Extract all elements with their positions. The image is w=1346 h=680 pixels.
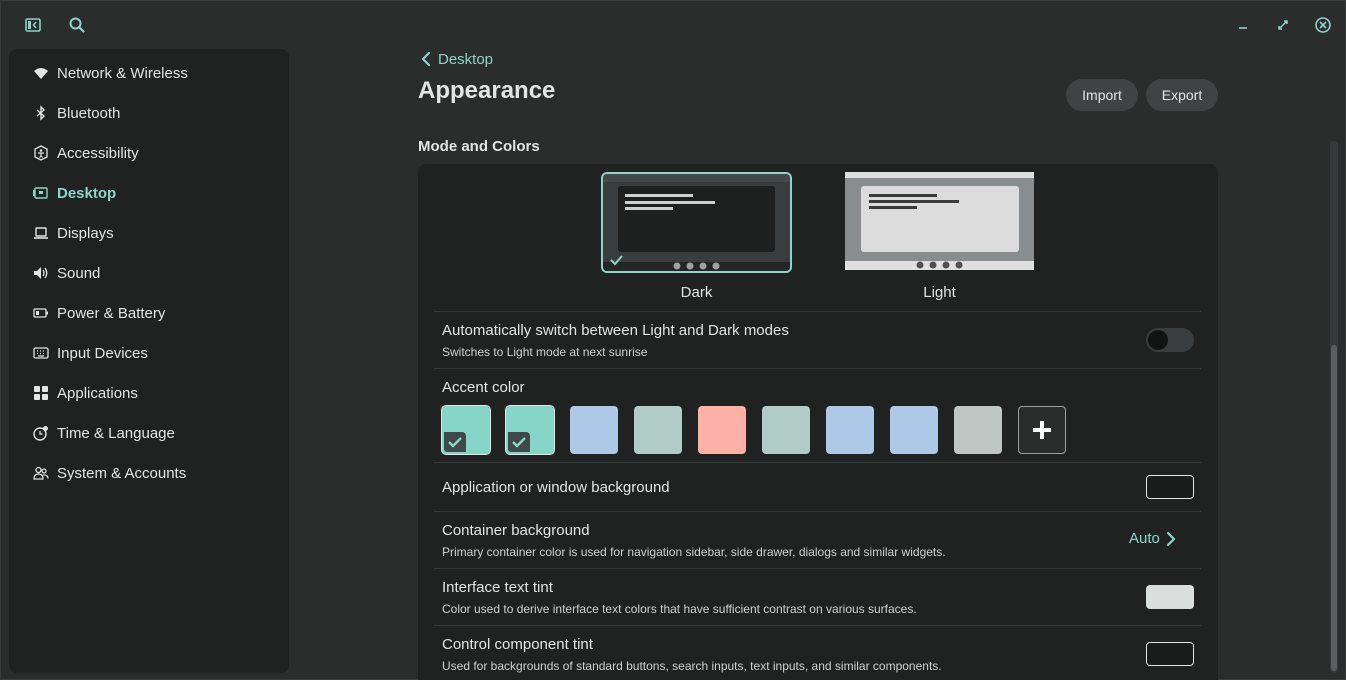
accent-swatch[interactable]	[570, 406, 618, 454]
accent-swatch[interactable]	[505, 405, 555, 455]
sidebar-item-bluetooth[interactable]: Bluetooth	[9, 93, 289, 133]
apps-grid-icon	[33, 385, 49, 401]
close-icon[interactable]	[1313, 15, 1333, 35]
battery-icon	[33, 305, 49, 321]
container-background-auto-link[interactable]: Auto	[1129, 530, 1176, 547]
divider	[434, 568, 1201, 569]
sidebar-item-displays[interactable]: Displays	[9, 213, 289, 253]
sidebar-item-accessibility[interactable]: Accessibility	[9, 133, 289, 173]
settings-window: Network & Wireless Bluetooth Accessibili…	[0, 0, 1346, 680]
desktop-icon	[33, 185, 49, 201]
theme-label-light: Light	[923, 284, 956, 301]
minimize-icon[interactable]	[1233, 15, 1253, 35]
control-tint-title: Control component tint	[442, 636, 593, 653]
search-icon[interactable]	[67, 15, 87, 35]
divider	[434, 311, 1201, 312]
scrollbar-thumb[interactable]	[1331, 345, 1337, 671]
laptop-icon	[33, 225, 49, 241]
text-tint-title: Interface text tint	[442, 579, 553, 596]
sidebar-item-label: Accessibility	[57, 144, 139, 162]
accent-swatch[interactable]	[441, 405, 491, 455]
maximize-icon[interactable]	[1273, 15, 1293, 35]
sidebar-item-power[interactable]: Power & Battery	[9, 293, 289, 333]
container-background-title: Container background	[442, 522, 590, 539]
time-language-icon	[33, 425, 49, 441]
accent-swatch[interactable]	[954, 406, 1002, 454]
section-title: Mode and Colors	[418, 138, 540, 155]
accent-swatch[interactable]	[634, 406, 682, 454]
auto-switch-toggle[interactable]	[1146, 328, 1194, 352]
accent-swatch[interactable]	[698, 406, 746, 454]
add-accent-color-button[interactable]	[1018, 406, 1066, 454]
text-tint-color-button[interactable]	[1146, 585, 1194, 609]
breadcrumb-back-link[interactable]: Desktop	[419, 49, 493, 69]
control-tint-color-button[interactable]	[1146, 642, 1194, 666]
header-bar	[1, 1, 1345, 49]
auto-switch-title: Automatically switch between Light and D…	[442, 322, 789, 339]
container-background-value: Auto	[1129, 530, 1160, 547]
scrollbar[interactable]	[1330, 141, 1338, 673]
window-background-title: Application or window background	[442, 479, 670, 496]
keyboard-icon	[33, 345, 49, 361]
import-button[interactable]: Import	[1066, 79, 1138, 111]
accent-swatch[interactable]	[890, 406, 938, 454]
users-icon	[33, 465, 49, 481]
accessibility-icon	[33, 145, 49, 161]
container-background-subtitle: Primary container color is used for navi…	[442, 545, 946, 559]
dark-theme-preview	[601, 172, 792, 273]
sidebar-item-label: Applications	[57, 384, 138, 402]
control-tint-subtitle: Used for backgrounds of standard buttons…	[442, 659, 942, 673]
sidebar-item-label: Power & Battery	[57, 304, 166, 322]
sidebar-item-label: Sound	[57, 264, 101, 282]
window-background-color-button[interactable]	[1146, 475, 1194, 499]
sidebar-item-label: Bluetooth	[57, 104, 121, 122]
divider	[434, 368, 1201, 369]
sidebar-item-sound[interactable]: Sound	[9, 253, 289, 293]
sidebar-toggle-icon[interactable]	[23, 15, 43, 35]
chevron-right-icon	[1166, 531, 1175, 546]
export-button[interactable]: Export	[1146, 79, 1218, 111]
divider	[434, 625, 1201, 626]
sidebar-item-label: System & Accounts	[57, 464, 187, 482]
sidebar-item-label: Network & Wireless	[57, 64, 188, 82]
auto-switch-subtitle: Switches to Light mode at next sunrise	[442, 345, 648, 359]
speaker-icon	[33, 265, 49, 281]
accent-swatch[interactable]	[762, 406, 810, 454]
light-theme-preview	[845, 172, 1034, 270]
sidebar: Network & Wireless Bluetooth Accessibili…	[9, 49, 289, 673]
chevron-left-icon	[421, 51, 431, 67]
sidebar-item-time-language[interactable]: Time & Language	[9, 413, 289, 453]
accent-swatch[interactable]	[826, 406, 874, 454]
mode-colors-card: Dark Light Automatically switch between …	[418, 164, 1218, 680]
sidebar-item-system-accounts[interactable]: System & Accounts	[9, 453, 289, 493]
divider	[434, 462, 1201, 463]
sidebar-item-label: Time & Language	[57, 424, 175, 442]
sidebar-item-label: Input Devices	[57, 344, 148, 362]
theme-label-dark: Dark	[680, 284, 713, 301]
check-icon	[508, 432, 530, 452]
accent-color-title: Accent color	[442, 379, 525, 396]
sidebar-item-applications[interactable]: Applications	[9, 373, 289, 413]
wifi-icon	[33, 65, 49, 81]
divider	[434, 511, 1201, 512]
main-content: Desktop Appearance Import Export Mode an…	[289, 49, 1339, 680]
plus-icon	[1033, 421, 1051, 439]
check-icon	[444, 432, 466, 452]
sidebar-item-label: Displays	[57, 224, 114, 242]
toggle-knob	[1148, 330, 1168, 350]
sidebar-item-label: Desktop	[57, 184, 117, 202]
sidebar-item-input-devices[interactable]: Input Devices	[9, 333, 289, 373]
page-title: Appearance	[418, 77, 556, 104]
bluetooth-icon	[33, 105, 49, 121]
breadcrumb-label: Desktop	[438, 50, 494, 68]
sidebar-item-network[interactable]: Network & Wireless	[9, 53, 289, 93]
text-tint-subtitle: Color used to derive interface text colo…	[442, 602, 917, 616]
sidebar-item-desktop[interactable]: Desktop	[9, 173, 289, 213]
